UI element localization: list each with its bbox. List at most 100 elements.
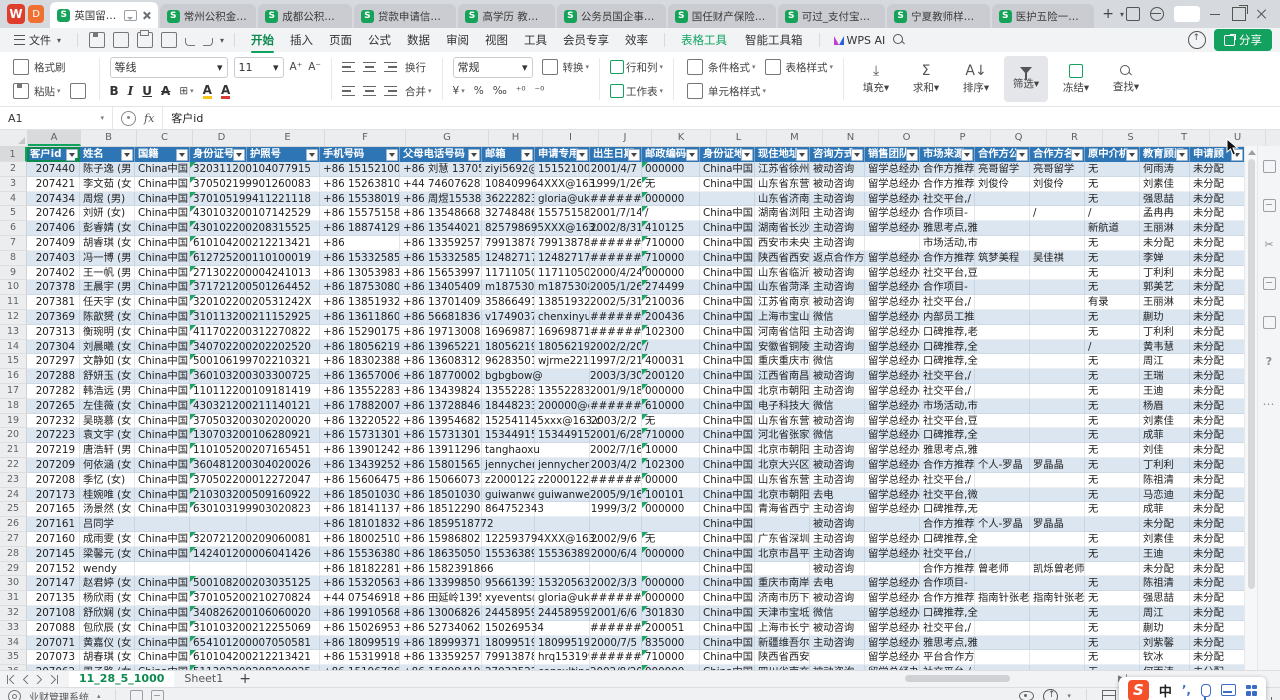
cell[interactable] (1030, 340, 1085, 355)
cell[interactable]: 刘晨曦 (女 (80, 340, 135, 355)
percent-format-button[interactable]: % (474, 85, 484, 97)
cell[interactable]: 710000 (642, 236, 700, 251)
increase-decimal-button[interactable]: ⁺⁰ (516, 85, 526, 97)
row-header-34[interactable]: 34 (0, 636, 27, 651)
sheet-tab-Sheet1[interactable]: Sheet1 (174, 671, 233, 687)
cell[interactable]: 梁馨元 (女 (80, 547, 135, 562)
filter-dropdown-icon[interactable] (576, 149, 588, 161)
cell[interactable]: 无 (1085, 310, 1140, 325)
cell[interactable]: 重庆重庆市 (755, 354, 810, 369)
cell[interactable]: 未分配 (1190, 547, 1245, 562)
cell[interactable]: +86 1971300890 (400, 325, 482, 340)
cell[interactable]: 天津市宝坻 (755, 606, 810, 621)
cell[interactable] (1030, 650, 1085, 665)
cell[interactable] (1030, 473, 1085, 488)
column-header-I[interactable]: I (543, 130, 599, 146)
cell[interactable] (975, 206, 1030, 221)
cell[interactable]: 无 (1085, 236, 1140, 251)
cell[interactable]: 200436 (642, 310, 700, 325)
cell[interactable]: 370105199411221118 (190, 192, 247, 207)
cell[interactable]: China中国 (700, 591, 755, 606)
number-format-select[interactable]: 常规▾ (453, 57, 533, 78)
cell[interactable]: 陈祖清 (1140, 576, 1190, 591)
cell[interactable]: 重庆市南岸 (755, 576, 810, 591)
cell[interactable]: China中国 (700, 621, 755, 636)
cell[interactable]: 430321200211140121 (190, 399, 247, 414)
cell[interactable]: 山东省菏泽 (755, 280, 810, 295)
cell[interactable]: 陈祖清 (1140, 473, 1190, 488)
cell[interactable] (190, 562, 247, 577)
wrap-text-button[interactable]: 换行 (405, 60, 426, 75)
cell[interactable]: m1875308 (535, 280, 590, 295)
cell[interactable]: 合作项目- (920, 280, 975, 295)
cell[interactable] (1030, 488, 1085, 503)
cell[interactable]: 微信 (810, 428, 865, 443)
cell[interactable]: 山东省东营 (755, 414, 810, 429)
file-tab[interactable]: S可过_支付宝+_滴滴 (778, 4, 885, 28)
cell[interactable]: +86 15731301 (320, 428, 400, 443)
cell[interactable]: 00000 (642, 473, 700, 488)
cell[interactable]: 社交平台,/ (920, 621, 975, 636)
cell[interactable] (865, 517, 920, 532)
header-cell[interactable]: 护照号 (247, 147, 320, 162)
cell[interactable]: ######## (590, 251, 642, 266)
cell[interactable]: China中国 (135, 488, 190, 503)
cell[interactable]: +86 1354866895 (400, 206, 482, 221)
cell[interactable]: 124827175 (535, 251, 590, 266)
cell[interactable]: 未分配 (1190, 636, 1245, 651)
cell[interactable]: 刘妍 (女) (80, 206, 135, 221)
cell[interactable]: 主动咨询 (810, 547, 865, 562)
cell[interactable]: 400031 (642, 354, 700, 369)
cell[interactable]: 未分配 (1190, 517, 1245, 532)
cell[interactable]: China中国 (700, 428, 755, 443)
cell[interactable] (1030, 192, 1085, 207)
cell[interactable]: 207145 (27, 547, 80, 562)
cell[interactable]: 2005/9/16 (590, 488, 642, 503)
export-panel-icon[interactable] (1263, 316, 1276, 329)
cell[interactable]: 207426 (27, 206, 80, 221)
cell[interactable]: China中国 (135, 221, 190, 236)
cell[interactable]: 207288 (27, 369, 80, 384)
cell[interactable]: 无 (1085, 591, 1140, 606)
cell[interactable]: China中国 (135, 443, 190, 458)
cell[interactable]: 未分配 (1190, 591, 1245, 606)
cell[interactable]: China中国 (135, 325, 190, 340)
help-icon[interactable]: ? (1266, 355, 1272, 368)
cell[interactable]: 1999/3/2 (590, 502, 642, 517)
cell[interactable] (1030, 354, 1085, 369)
column-header-N[interactable]: N (823, 130, 879, 146)
column-header-J[interactable]: J (599, 130, 652, 146)
cell[interactable]: 主动咨询 (810, 236, 865, 251)
cell[interactable]: 唐浩轩 (男 (80, 443, 135, 458)
cell[interactable]: 207282 (27, 384, 80, 399)
header-cell[interactable]: 父母电话号码 (400, 147, 482, 162)
row-header-19[interactable]: 19 (0, 414, 27, 429)
cell[interactable]: 去电 (810, 488, 865, 503)
cell[interactable]: 凯烁曾老师 (1030, 562, 1085, 577)
cell[interactable]: v17490376 (482, 310, 535, 325)
cell[interactable]: 李婵 (1140, 251, 1190, 266)
header-cell[interactable]: 原中介机 (1085, 147, 1140, 162)
cell[interactable]: 未分配 (1190, 369, 1245, 384)
cell[interactable]: 胡睿琪 (女 (80, 236, 135, 251)
cell[interactable] (975, 473, 1030, 488)
search-icon[interactable] (893, 34, 905, 46)
cell[interactable]: 被动咨询 (810, 295, 865, 310)
cell[interactable]: guiwanwei (482, 488, 535, 503)
cell[interactable] (1030, 443, 1085, 458)
cell[interactable]: 有录 (1085, 295, 1140, 310)
row-header-24[interactable]: 24 (0, 488, 27, 503)
cell[interactable]: 未分配 (1190, 473, 1245, 488)
cell[interactable] (190, 517, 247, 532)
cell[interactable]: +86 18753080 (320, 280, 400, 295)
cell[interactable]: +86 18182281 (320, 562, 400, 577)
cell[interactable]: +86 15263810 (320, 177, 400, 192)
cell[interactable]: 无 (1085, 473, 1140, 488)
cell[interactable] (755, 562, 810, 577)
cell[interactable]: 社交平台,/ (920, 665, 975, 670)
share-button[interactable]: 分享 (1214, 29, 1272, 51)
row-header-10[interactable]: 10 (0, 280, 27, 295)
cell[interactable]: 成雨雯 (女 (80, 532, 135, 547)
cell[interactable]: 835000 (642, 636, 700, 651)
redo-icon[interactable] (203, 38, 213, 46)
